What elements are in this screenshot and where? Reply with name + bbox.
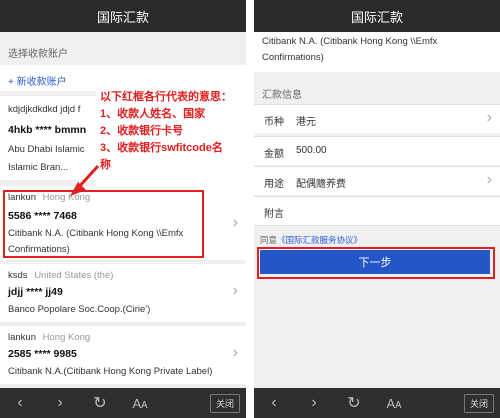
annotation-arrow-icon	[70, 164, 100, 196]
chevron-right-icon: ›	[486, 171, 492, 188]
back-icon[interactable]: ‹	[254, 394, 294, 412]
back-icon[interactable]: ‹	[0, 394, 40, 412]
browser-toolbar: ‹ › ↻ Aᴀ 关闭	[254, 388, 500, 418]
currency-field[interactable]: 币种 港元 ›	[254, 104, 500, 133]
agreement-line: 同意《国际汇款服务协议》	[260, 235, 363, 245]
highlight-box	[257, 247, 495, 279]
forward-icon[interactable]: ›	[40, 394, 80, 412]
postscript-field[interactable]: 附言	[254, 196, 500, 226]
forward-icon[interactable]: ›	[294, 394, 334, 412]
agreement-link[interactable]: 《国际汇款服务协议》	[277, 235, 362, 245]
left-screen: 国际汇款 选择收款账户 + 新收款账户 kdjdjkdkdkd jdjd f 4…	[0, 0, 246, 418]
section-label: 汇款信息	[262, 90, 302, 101]
amount-field[interactable]: 金额 500.00	[254, 136, 500, 165]
font-size-icon[interactable]: Aᴀ	[374, 396, 414, 411]
right-header: 国际汇款	[254, 0, 500, 32]
selected-bank: Citibank N.A. (Citibank Hong Kong \\Emfx…	[254, 32, 500, 72]
right-screen: 国际汇款 Citibank N.A. (Citibank Hong Kong \…	[254, 0, 500, 418]
close-button[interactable]: 关闭	[209, 394, 240, 413]
refresh-icon[interactable]: ↻	[80, 393, 120, 413]
browser-toolbar: ‹ › ↻ Aᴀ 关闭	[0, 388, 246, 418]
close-button[interactable]: 关闭	[463, 394, 494, 413]
font-size-icon[interactable]: Aᴀ	[120, 396, 160, 411]
chevron-right-icon: ›	[486, 109, 492, 126]
page-title: 国际汇款	[350, 9, 403, 25]
purpose-field[interactable]: 用途 配偶赡养费 ›	[254, 166, 500, 195]
refresh-icon[interactable]: ↻	[334, 393, 374, 413]
